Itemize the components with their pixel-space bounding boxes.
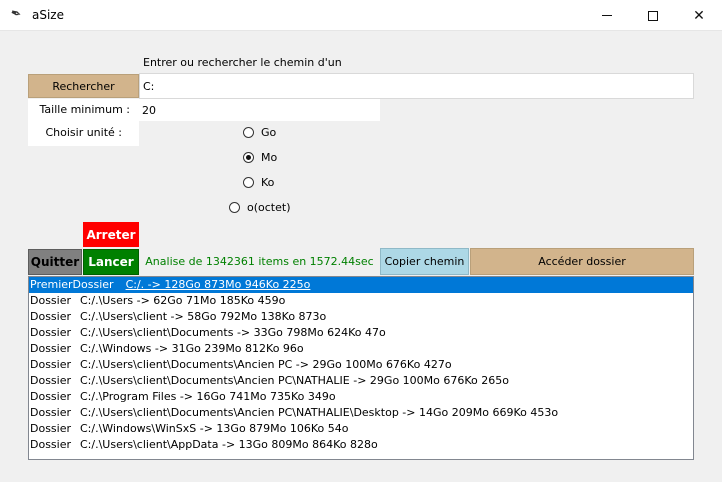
close-button[interactable]: ✕	[676, 0, 722, 31]
row-entry: C:/.\Users\client\Documents\Ancien PC ->…	[80, 358, 452, 371]
feather-icon: ✒	[7, 5, 24, 24]
list-item[interactable]: Dossier C:/.\Users\client\Documents -> 33…	[29, 325, 693, 341]
row-type: Dossier	[30, 438, 72, 451]
row-type: Dossier	[30, 358, 72, 371]
list-item[interactable]: Dossier C:/.\Windows -> 31Go 239Mo 812Ko …	[29, 341, 693, 357]
row-type: Dossier	[30, 374, 72, 387]
row-entry: C:/.\Program Files -> 16Go 741Mo 735Ko 3…	[80, 390, 336, 403]
list-item[interactable]: PremierDossier C:/. -> 128Go 873Mo 946Ko …	[29, 277, 693, 293]
radio-ko[interactable]: Ko	[243, 172, 274, 192]
results-list[interactable]: PremierDossier C:/. -> 128Go 873Mo 946Ko …	[28, 276, 694, 460]
unit-label: Choisir unité :	[28, 121, 139, 146]
row-type: Dossier	[30, 294, 72, 307]
row-entry: C:/.\Users\client\Documents\Ancien PC\NA…	[80, 374, 509, 387]
row-type: Dossier	[30, 310, 72, 323]
stop-button[interactable]: Arreter	[83, 222, 139, 247]
run-button[interactable]: Lancer	[83, 249, 139, 275]
open-folder-button[interactable]: Accéder dossier	[470, 248, 694, 275]
min-size-input[interactable]	[139, 99, 380, 121]
list-item[interactable]: Dossier C:/.\Users\client\Documents\Ancie…	[29, 405, 693, 421]
close-icon: ✕	[693, 7, 705, 24]
radio-label: Ko	[261, 175, 275, 189]
row-entry: C:/.\Windows\WinSxS -> 13Go 879Mo 106Ko …	[80, 422, 349, 435]
list-item[interactable]: Dossier C:/.\Users\client\AppData -> 13Go…	[29, 437, 693, 453]
row-type: Dossier	[30, 406, 72, 419]
list-item[interactable]: Dossier C:/.\Users\client\Documents\Ancie…	[29, 373, 693, 389]
list-item[interactable]: Dossier C:/.\Users\client -> 58Go 792Mo 1…	[29, 309, 693, 325]
row-entry: C:/.\Users\client\Documents\Ancien PC\NA…	[80, 406, 559, 419]
row-type: Dossier	[30, 390, 72, 403]
path-input[interactable]	[139, 73, 694, 99]
maximize-icon	[648, 10, 658, 21]
row-type: PremierDossier	[30, 278, 114, 291]
list-item[interactable]: Dossier C:/.\Program Files -> 16Go 741Mo …	[29, 389, 693, 405]
row-type: Dossier	[30, 326, 72, 339]
browse-button[interactable]: Rechercher	[28, 74, 139, 98]
minimize-icon	[602, 15, 612, 16]
radio-mo[interactable]: Mo	[243, 147, 277, 167]
list-item[interactable]: Dossier C:/.\Users -> 62Go 71Mo 185Ko 459…	[29, 293, 693, 309]
copy-path-button[interactable]: Copier chemin	[380, 248, 469, 275]
path-prompt-label: Entrer ou rechercher le chemin d'un doss…	[139, 53, 380, 89]
radio-go[interactable]: Go	[243, 122, 276, 142]
row-entry: C:/.\Users\client\AppData -> 13Go 809Mo …	[80, 438, 378, 451]
list-item[interactable]: Dossier C:/.\Windows\WinSxS -> 13Go 879Mo…	[29, 421, 693, 437]
row-entry: C:/.\Users\client -> 58Go 792Mo 138Ko 87…	[80, 310, 327, 323]
radio-circle	[243, 176, 254, 188]
unit-radio-group: Go Mo Ko o(octet)	[139, 121, 380, 248]
radio-circle	[229, 201, 240, 213]
radio-label: Mo	[261, 150, 278, 164]
row-entry: C:/. -> 128Go 873Mo 946Ko 225o	[125, 278, 311, 291]
row-entry: C:/.\Users\client\Documents -> 33Go 798M…	[80, 326, 386, 339]
radio-circle	[243, 126, 254, 138]
row-type: Dossier	[30, 342, 72, 355]
window-title: aSize	[32, 8, 64, 22]
title-bar: ✒ aSize ✕	[0, 0, 722, 31]
radio-octet[interactable]: o(octet)	[229, 197, 290, 217]
minimize-button[interactable]	[584, 0, 630, 31]
radio-label: Go	[261, 125, 277, 139]
row-entry: C:/.\Users -> 62Go 71Mo 185Ko 459o	[80, 294, 286, 307]
row-type: Dossier	[30, 422, 72, 435]
radio-circle-checked	[243, 151, 254, 163]
radio-label: o(octet)	[247, 200, 291, 214]
row-entry: C:/.\Windows -> 31Go 239Mo 812Ko 96o	[80, 342, 304, 355]
maximize-button[interactable]	[630, 0, 676, 31]
list-item[interactable]: Dossier C:/.\Users\client\Documents\Ancie…	[29, 357, 693, 373]
status-text: Analise de 1342361 items en 1572.44sec	[139, 249, 380, 275]
min-size-label: Taille minimum :	[28, 99, 139, 121]
quit-button[interactable]: Quitter	[28, 249, 82, 275]
